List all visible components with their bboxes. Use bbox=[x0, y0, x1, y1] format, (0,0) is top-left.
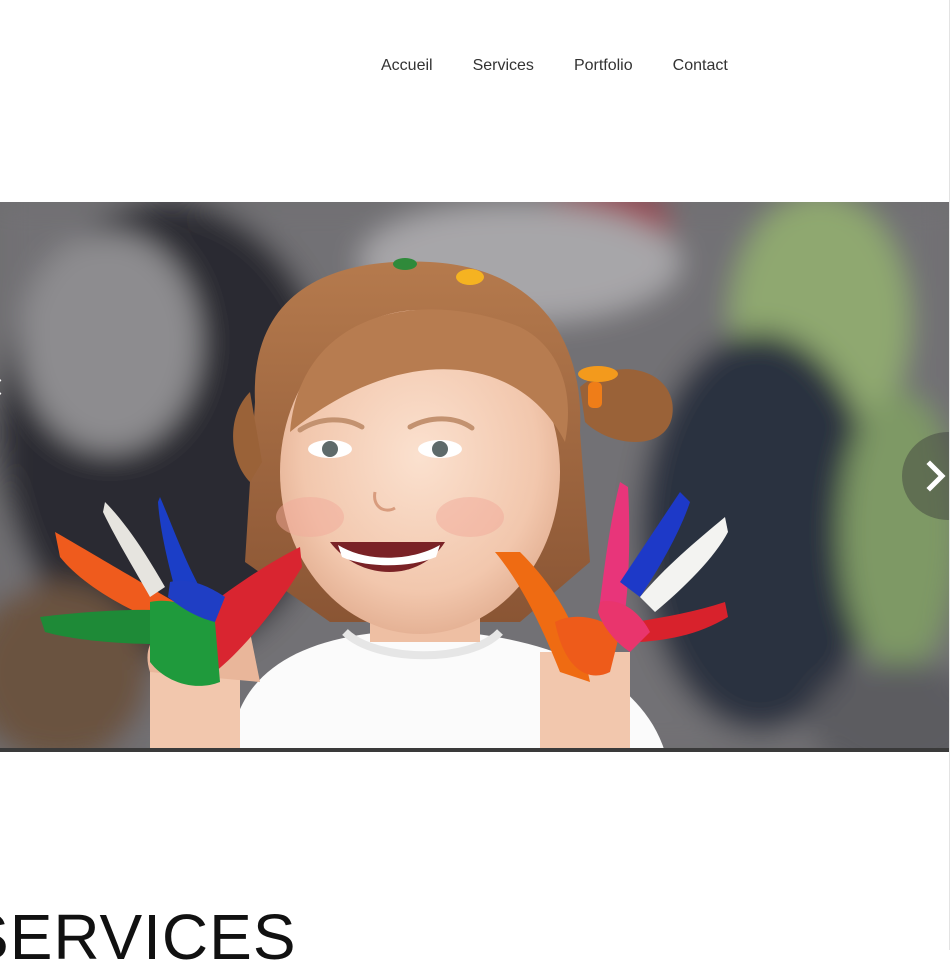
nav-item-portfolio[interactable]: Portfolio bbox=[574, 57, 633, 75]
hero-slider bbox=[0, 202, 950, 752]
nav-item-contact[interactable]: Contact bbox=[673, 57, 728, 75]
chevron-right-icon bbox=[926, 460, 946, 492]
site-header: Accueil Services Portfolio Contact bbox=[0, 0, 950, 202]
slider-prev-button[interactable] bbox=[0, 377, 6, 397]
slider-progress-bar bbox=[0, 748, 950, 752]
nav-item-accueil[interactable]: Accueil bbox=[381, 57, 433, 75]
nav-item-services[interactable]: Services bbox=[473, 57, 534, 75]
services-heading: SERVICES bbox=[0, 901, 297, 973]
main-nav: Accueil Services Portfolio Contact bbox=[381, 57, 728, 75]
hero-image bbox=[0, 202, 950, 752]
chevron-left-icon bbox=[0, 379, 2, 395]
